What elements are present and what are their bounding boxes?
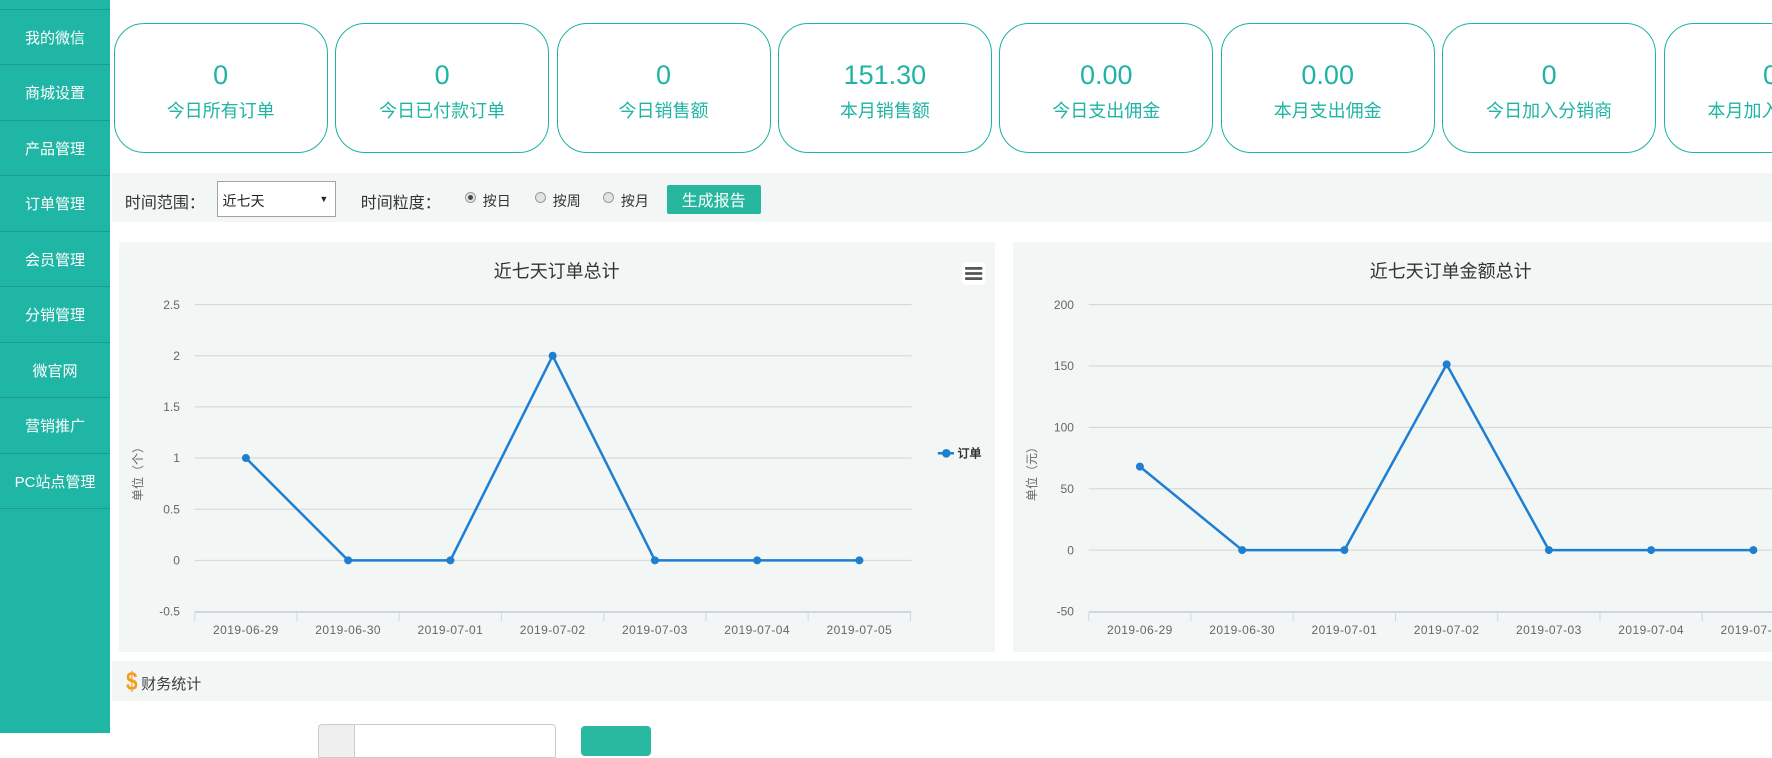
svg-text:2019-07-03: 2019-07-03: [622, 623, 688, 637]
svg-text:2019-07-05: 2019-07-05: [827, 623, 893, 637]
svg-text:2019-07-05: 2019-07-05: [1720, 623, 1772, 637]
svg-text:0: 0: [173, 553, 180, 567]
svg-text:0: 0: [1067, 543, 1074, 557]
svg-text:0.5: 0.5: [163, 502, 180, 516]
svg-text:2019-07-02: 2019-07-02: [1413, 623, 1479, 637]
svg-text:2019-06-30: 2019-06-30: [315, 623, 381, 637]
svg-text:200: 200: [1054, 298, 1074, 312]
svg-text:近七天订单总计: 近七天订单总计: [494, 261, 620, 281]
svg-text:单位（个）: 单位（个）: [130, 441, 145, 501]
svg-text:-50: -50: [1056, 605, 1074, 619]
svg-text:-0.5: -0.5: [159, 605, 180, 619]
svg-text:近七天订单金额总计: 近七天订单金额总计: [1369, 261, 1531, 281]
svg-text:2019-07-01: 2019-07-01: [1311, 623, 1377, 637]
svg-text:2019-06-29: 2019-06-29: [213, 623, 279, 637]
svg-text:2019-07-03: 2019-07-03: [1516, 623, 1582, 637]
svg-text:1.5: 1.5: [163, 400, 180, 414]
svg-text:50: 50: [1060, 482, 1074, 496]
svg-text:2019-07-01: 2019-07-01: [418, 623, 484, 637]
svg-text:100: 100: [1054, 420, 1074, 434]
svg-text:2019-07-04: 2019-07-04: [724, 623, 790, 637]
svg-text:2.5: 2.5: [163, 298, 180, 312]
svg-text:单位（元）: 单位（元）: [1024, 441, 1039, 501]
svg-text:2019-06-30: 2019-06-30: [1209, 623, 1275, 637]
svg-text:2: 2: [173, 349, 180, 363]
svg-text:1: 1: [173, 451, 180, 465]
svg-text:2019-07-04: 2019-07-04: [1618, 623, 1684, 637]
svg-text:订单: 订单: [958, 445, 982, 460]
svg-text:2019-07-02: 2019-07-02: [520, 623, 586, 637]
svg-text:150: 150: [1054, 359, 1074, 373]
svg-text:2019-06-29: 2019-06-29: [1107, 623, 1173, 637]
